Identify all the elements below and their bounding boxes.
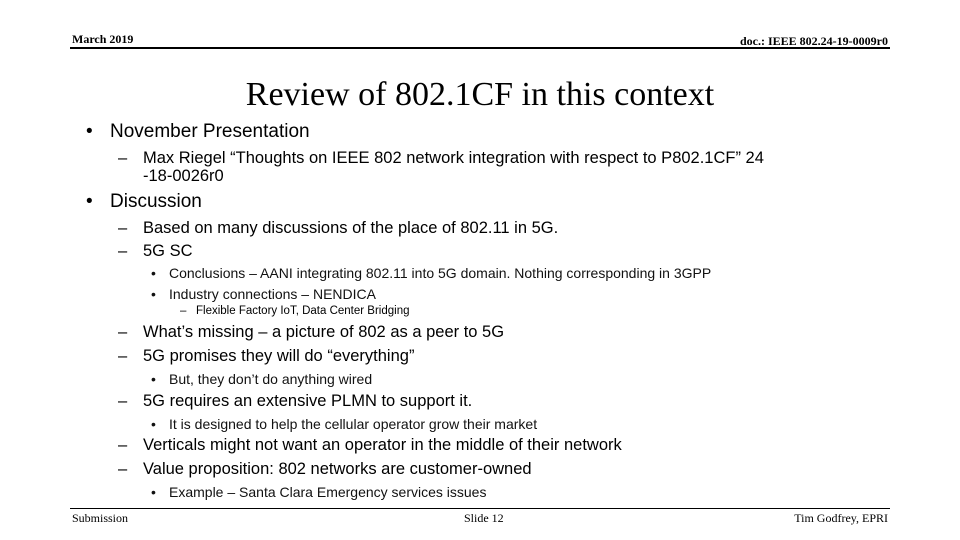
footer-author: Tim Godfrey, EPRI	[794, 511, 888, 525]
dash-marker: –	[118, 323, 128, 341]
bullet-marker: •	[151, 484, 156, 500]
bullet-text: Verticals might not want an operator in …	[143, 436, 622, 454]
bullet-text: Flexible Factory IoT, Data Center Bridgi…	[196, 305, 410, 317]
bullet-text: It is designed to help the cellular oper…	[169, 416, 538, 432]
list-item: – Flexible Factory IoT, Data Center Brid…	[180, 305, 409, 317]
dash-marker: –	[118, 392, 128, 410]
bullet-marker: •	[151, 286, 156, 302]
dash-marker: –	[118, 242, 128, 260]
bullet-continuation: -18-0026r0	[143, 167, 224, 185]
list-item: • Industry connections – NENDICA	[151, 286, 376, 302]
list-item: – Max Riegel “Thoughts on IEEE 802 netwo…	[118, 149, 764, 168]
header-date: March 2019	[72, 32, 134, 46]
bullet-text: But, they don’t do anything wired	[169, 371, 373, 387]
bullet-text: Discussion	[110, 191, 202, 212]
list-item: – 5G SC	[118, 242, 193, 261]
list-item: – Based on many discussions of the place…	[118, 219, 558, 238]
footer-submission: Submission	[72, 511, 129, 525]
list-item: • November Presentation	[86, 121, 310, 143]
bullet-text: Value proposition: 802 networks are cust…	[143, 460, 532, 478]
list-item: • Discussion	[86, 191, 202, 213]
bullet-marker: •	[151, 371, 156, 387]
bullet-text: 5G requires an extensive PLMN to support…	[143, 392, 473, 410]
bullet-text: Based on many discussions of the place o…	[143, 219, 559, 237]
bullet-text: 5G promises they will do “everything”	[143, 347, 415, 365]
dash-marker: –	[118, 149, 128, 167]
dash-marker: –	[180, 305, 187, 317]
list-item: – Value proposition: 802 networks are cu…	[118, 460, 532, 479]
bullet-marker: •	[86, 191, 93, 212]
list-item: – 5G promises they will do “everything”	[118, 347, 414, 366]
dash-marker: –	[118, 347, 128, 365]
bullet-marker: •	[151, 416, 156, 432]
bullet-text: Max Riegel “Thoughts on IEEE 802 network…	[143, 149, 764, 167]
bullet-text: 5G SC	[143, 242, 193, 260]
list-item: • Conclusions – AANI integrating 802.11 …	[151, 265, 711, 281]
bullet-text: Industry connections – NENDICA	[169, 286, 376, 302]
footer-rule	[70, 508, 890, 509]
bullet-text: November Presentation	[110, 121, 310, 142]
list-item: – 5G requires an extensive PLMN to suppo…	[118, 392, 472, 411]
dash-marker: –	[118, 460, 128, 478]
bullet-marker: •	[151, 265, 156, 281]
list-item: • Example – Santa Clara Emergency servic…	[151, 484, 486, 500]
list-item: • But, they don’t do anything wired	[151, 371, 372, 387]
dash-marker: –	[118, 436, 128, 454]
list-item: – What’s missing – a picture of 802 as a…	[118, 323, 504, 342]
dash-marker: –	[118, 219, 128, 237]
list-item: • It is designed to help the cellular op…	[151, 416, 537, 432]
footer-slide-number: Slide 12	[464, 511, 504, 525]
slide-title: Review of 802.1CF in this context	[245, 76, 715, 113]
header-rule	[70, 47, 890, 49]
bullet-text: Conclusions – AANI integrating 802.11 in…	[169, 265, 712, 281]
list-item: – Verticals might not want an operator i…	[118, 436, 622, 455]
bullet-text: Example – Santa Clara Emergency services…	[169, 484, 487, 500]
bullet-marker: •	[86, 121, 93, 142]
bullet-text: What’s missing – a picture of 802 as a p…	[143, 323, 505, 341]
